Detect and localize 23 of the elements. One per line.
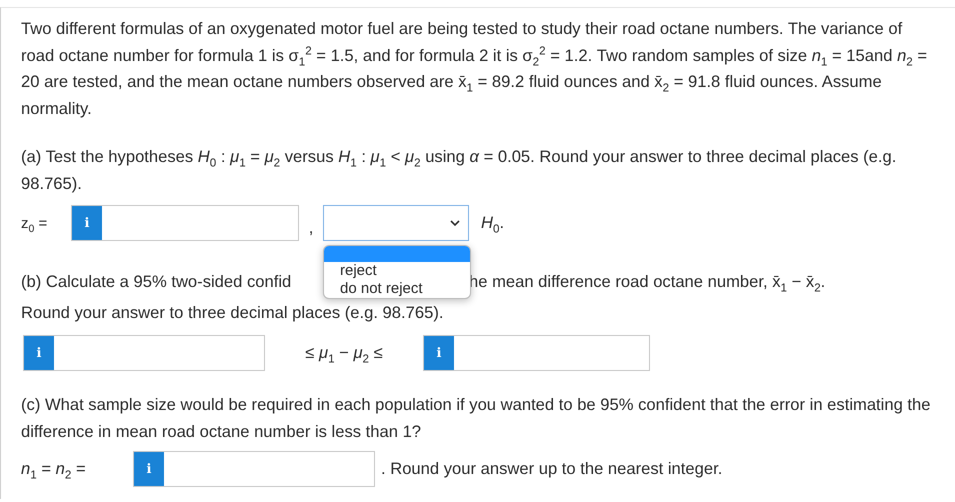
question-text: (a) Test the hypotheses H$_{0}$ : μ$_{1}$ = μ$_{2}$ versus H$_{1}$ : μ$_{1}$ < μ$_{2}$ using α = 0.05. Round your answer to three decimal places (e.g. 98.765). <box>21 146 898 194</box>
comma-text: , <box>308 218 314 238</box>
chevron-icon <box>450 220 460 226</box>
problem-text: Two different formulas of an oxygenated motor fuel are being tested to study their road octane numbers. The variance of road octane number for formula 1 is σ$_{1}$$^{2}$ = 1.5, and for formula 2 it is σ$_{2}$$^{2}$ = 1.2. Two random samples of size n$_{1}$ = 15and n$_{2}$ = 20 are tested, and the mean octane numbers observed are x̄$_{1}$ = 89.2 fluid ounces and x̄$_{2}$ = 91.8 fluid ounces. Assume normality. <box>21 18 928 120</box>
question-text: (c) What sample size would be required in each population if you wanted to be 95% confident that the error in estimating the difference in mean road octane number is less than 1? <box>21 394 931 442</box>
info-button[interactable]: i <box>24 336 54 370</box>
sample-size-label: n$_{1}$ = n$_{2}$ = <box>21 459 87 479</box>
info-button[interactable]: i <box>424 336 454 370</box>
question-text: (b) Calculate a 95% two-sided confid <box>21 271 292 293</box>
input-field[interactable]: i <box>133 451 375 487</box>
input-field[interactable]: i <box>23 335 265 371</box>
instruction-text: . Round your answer up to the nearest integer. <box>381 459 722 479</box>
dropdown-option[interactable]: do not reject <box>324 280 470 298</box>
input-field[interactable]: i <box>423 335 650 371</box>
hypothesis-label: H$_{0}$. <box>481 213 504 233</box>
input-field[interactable]: i <box>71 205 299 241</box>
z-label: z$_{0}$ = <box>21 214 48 232</box>
info-button[interactable]: i <box>72 206 102 240</box>
dropdown-option[interactable]: reject <box>324 262 470 280</box>
question-text: Round your answer to three decimal places (e.g. 98.765). <box>21 302 444 324</box>
interval-label: ≤ μ$_{1}$ − μ$_{2}$ ≤ <box>304 343 384 363</box>
info-button[interactable]: i <box>134 452 164 486</box>
decision-dropdown[interactable] <box>323 205 469 241</box>
